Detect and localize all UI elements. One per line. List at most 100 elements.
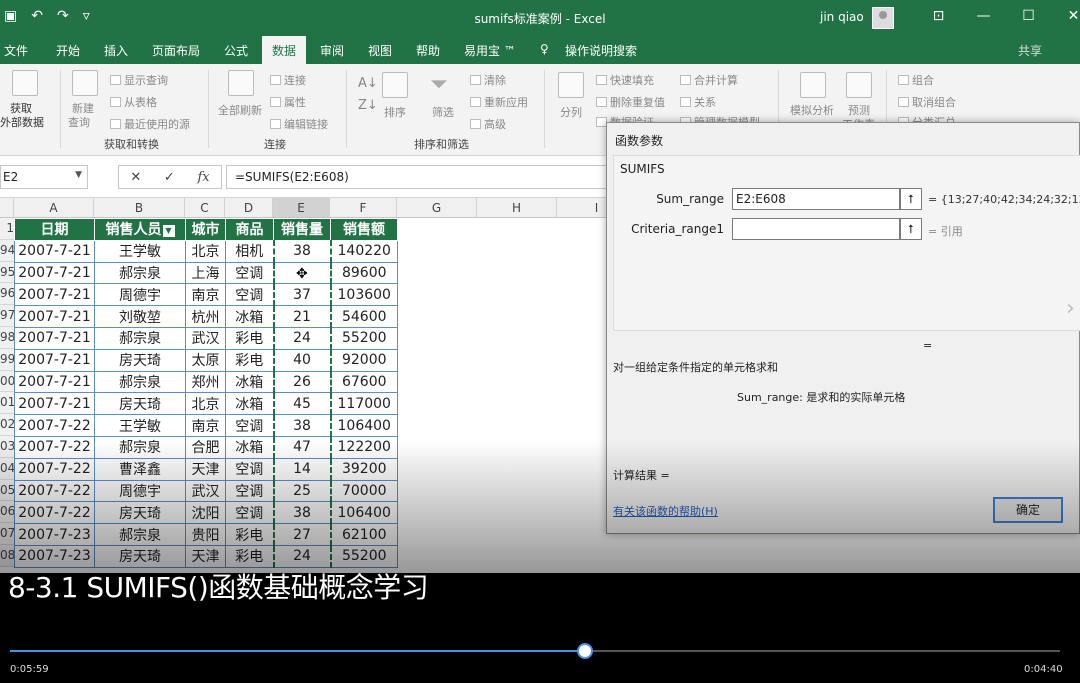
tell-me-search[interactable]: 操作说明搜索 bbox=[565, 42, 637, 59]
minimize-icon[interactable]: — bbox=[961, 8, 1006, 24]
enter-icon[interactable]: ✓ bbox=[164, 170, 175, 185]
tab-yiyongbao[interactable]: 易用宝 ™ bbox=[464, 42, 516, 59]
cell-salesperson[interactable]: 周德宇 bbox=[94, 283, 186, 307]
flash-fill-button[interactable]: 快速填充 bbox=[596, 72, 654, 88]
cell-salesperson[interactable]: 房天琦 bbox=[94, 392, 186, 416]
cell-date[interactable]: 2007-7-21 bbox=[14, 392, 95, 416]
column-header-g[interactable]: G bbox=[397, 198, 477, 218]
cell-date[interactable]: 2007-7-21 bbox=[14, 239, 95, 263]
chevron-right-icon[interactable]: › bbox=[1066, 296, 1075, 321]
name-box[interactable]: E2 ▼ bbox=[0, 165, 88, 189]
cell-salesperson[interactable]: 曹泽鑫 bbox=[94, 457, 186, 481]
cell-quantity[interactable]: 38 bbox=[272, 239, 332, 263]
cell-date[interactable]: 2007-7-21 bbox=[14, 326, 95, 350]
cell-date[interactable]: 2007-7-21 bbox=[14, 283, 95, 307]
cell-date[interactable]: 2007-7-21 bbox=[14, 305, 95, 328]
avatar[interactable] bbox=[872, 7, 894, 29]
cell-product[interactable]: 空调 bbox=[225, 457, 274, 481]
column-header-h[interactable]: H bbox=[477, 198, 557, 218]
cell-product[interactable]: 冰箱 bbox=[225, 305, 274, 328]
header-salesperson[interactable]: 销售人员 ▼ bbox=[94, 218, 186, 241]
share-button[interactable]: 共享 bbox=[1018, 42, 1042, 59]
cell-quantity[interactable]: 38 bbox=[272, 414, 332, 437]
header-amount[interactable]: 销售额 bbox=[330, 218, 398, 241]
cell-city[interactable]: 南京 bbox=[185, 283, 226, 307]
edit-links-button[interactable]: 编辑链接 bbox=[270, 116, 328, 132]
properties-button[interactable]: 属性 bbox=[270, 94, 306, 110]
cell-date[interactable]: 2007-7-21 bbox=[14, 348, 95, 372]
cell-salesperson[interactable]: 房天琦 bbox=[94, 348, 186, 372]
sort-az-icon[interactable]: A↓ bbox=[358, 76, 378, 91]
filter-button[interactable]: 筛选 bbox=[432, 104, 454, 120]
cell-quantity[interactable]: 21 bbox=[272, 305, 332, 328]
cell-date[interactable]: 2007-7-23 bbox=[14, 523, 95, 546]
cell-product[interactable]: 冰箱 bbox=[225, 392, 274, 416]
cell-date[interactable]: 2007-7-22 bbox=[14, 414, 95, 437]
cell-date[interactable]: 2007-7-23 bbox=[14, 544, 95, 568]
cell-product[interactable]: 空调 bbox=[225, 479, 274, 503]
cell-quantity[interactable]: 45 bbox=[272, 392, 332, 416]
cell-amount[interactable]: 70000 bbox=[330, 479, 398, 503]
tab-insert[interactable]: 插入 bbox=[104, 42, 128, 59]
row-header[interactable]: 96 bbox=[0, 283, 14, 306]
row-header[interactable]: 97 bbox=[0, 305, 14, 327]
cell-date[interactable]: 2007-7-22 bbox=[14, 479, 95, 503]
cell-quantity[interactable]: 40 bbox=[272, 348, 332, 372]
tab-data[interactable]: 数据 bbox=[262, 36, 307, 64]
from-table-button[interactable]: 从表格 bbox=[110, 94, 157, 110]
cell-amount[interactable]: 55200 bbox=[330, 326, 398, 350]
criteria-range1-input[interactable] bbox=[732, 218, 900, 240]
cell-salesperson[interactable]: 郝宗泉 bbox=[94, 261, 186, 285]
cell-city[interactable]: 北京 bbox=[185, 392, 226, 416]
cell-amount[interactable]: 89600 bbox=[330, 261, 398, 285]
sort-za-icon[interactable]: Z↓ bbox=[358, 98, 378, 113]
cell-amount[interactable]: 140220 bbox=[330, 239, 398, 263]
cell-product[interactable]: 相机 bbox=[225, 239, 274, 263]
cell-salesperson[interactable]: 房天琦 bbox=[94, 544, 186, 568]
progress-track[interactable] bbox=[10, 643, 1060, 659]
consolidate-button[interactable]: 合并计算 bbox=[680, 72, 738, 88]
cell-city[interactable]: 贵阳 bbox=[185, 523, 226, 546]
text-to-columns-button[interactable]: 分列 bbox=[560, 104, 582, 120]
reapply-button[interactable]: 重新应用 bbox=[470, 94, 528, 110]
cell-quantity[interactable]: 24 bbox=[272, 326, 332, 350]
user-name[interactable]: jin qiao bbox=[820, 10, 864, 24]
row-header[interactable]: 03 bbox=[0, 436, 14, 458]
cell-product[interactable]: 空调 bbox=[225, 501, 274, 525]
collapse-dialog-icon[interactable]: ⭡ bbox=[900, 188, 922, 210]
cell-city[interactable]: 沈阳 bbox=[185, 501, 226, 525]
cell-quantity[interactable]: 14 bbox=[272, 457, 332, 481]
show-queries-button[interactable]: 显示查询 bbox=[110, 72, 168, 88]
what-if-button[interactable]: 模拟分析 bbox=[790, 102, 834, 118]
row-header[interactable]: 98 bbox=[0, 327, 14, 349]
tab-home[interactable]: 开始 bbox=[56, 42, 80, 59]
group-button[interactable]: 组合 bbox=[898, 72, 934, 88]
cell-quantity[interactable]: 38 bbox=[272, 501, 332, 525]
formula-input[interactable]: =SUMIFS(E2:E608) bbox=[226, 165, 626, 189]
cell-city[interactable]: 武汉 bbox=[185, 479, 226, 503]
cell-salesperson[interactable]: 郝宗泉 bbox=[94, 370, 186, 394]
select-all-corner[interactable] bbox=[0, 198, 14, 218]
column-header-f[interactable]: F bbox=[330, 198, 397, 218]
function-help-link[interactable]: 有关该函数的帮助(H) bbox=[613, 503, 718, 519]
cell-salesperson[interactable]: 王学敏 bbox=[94, 239, 186, 263]
cell-amount[interactable]: 55200 bbox=[330, 544, 398, 568]
cancel-icon[interactable]: ✕ bbox=[130, 170, 141, 185]
cell-date[interactable]: 2007-7-21 bbox=[14, 261, 95, 285]
cell-product[interactable]: 彩电 bbox=[225, 523, 274, 546]
cell-product[interactable]: 彩电 bbox=[225, 544, 274, 568]
row-header[interactable]: 1 bbox=[0, 218, 14, 240]
tab-file[interactable]: 文件 bbox=[4, 42, 28, 59]
cell-amount[interactable]: 62100 bbox=[330, 523, 398, 546]
row-header[interactable]: 06 bbox=[0, 501, 14, 524]
cell-salesperson[interactable]: 房天琦 bbox=[94, 501, 186, 525]
collapse-dialog-icon[interactable]: ⭡ bbox=[900, 218, 922, 240]
cell-amount[interactable]: 54600 bbox=[330, 305, 398, 328]
insert-function-icon[interactable]: fx bbox=[197, 170, 209, 185]
data-table[interactable]: 日期 销售人员 ▼ 城市 商品 销售量 销售额 2007-7-21 王学敏 北京 相机 3… bbox=[14, 218, 398, 568]
cell-date[interactable]: 2007-7-22 bbox=[14, 501, 95, 525]
cell-salesperson[interactable]: 郝宗泉 bbox=[94, 523, 186, 546]
ribbon-display-icon[interactable]: ⊡ bbox=[916, 8, 961, 24]
row-header[interactable]: 07 bbox=[0, 523, 14, 545]
cell-amount[interactable]: 106400 bbox=[330, 414, 398, 437]
